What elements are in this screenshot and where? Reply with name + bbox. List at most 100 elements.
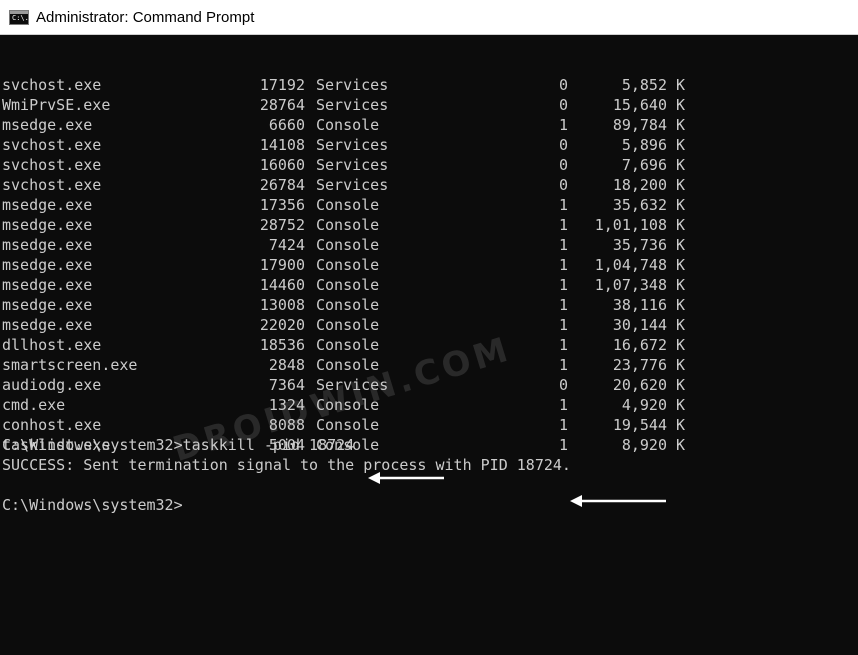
process-pid: 22020 xyxy=(259,316,305,334)
process-memory: 5,896 xyxy=(621,136,667,154)
process-pid: 7424 xyxy=(268,236,305,254)
process-list: svchost.exe 17192 Services 0 5,852 K WmiPrvSE.… xyxy=(0,75,858,455)
process-memory-unit: K xyxy=(676,176,686,194)
process-session: Console xyxy=(316,356,380,374)
process-memory: 4,920 xyxy=(621,396,667,414)
process-session: Console xyxy=(316,316,380,334)
process-memory: 7,696 xyxy=(621,156,667,174)
process-row: audiodg.exe 7364 Services 0 20,620 K xyxy=(0,375,858,395)
process-name: msedge.exe xyxy=(2,196,93,214)
command-prompt: C:\Windows\system32> xyxy=(2,436,183,454)
process-memory: 38,116 xyxy=(612,296,667,314)
command-prompt-window: C:\. Administrator: Command Prompt svcho… xyxy=(0,0,858,540)
process-session: Console xyxy=(316,256,380,274)
process-memory: 8,920 xyxy=(621,436,667,454)
process-session: Console xyxy=(316,276,380,294)
process-session-number: 0 xyxy=(558,76,568,94)
process-row: svchost.exe 14108 Services 0 5,896 K xyxy=(0,135,858,155)
process-pid: 14460 xyxy=(259,276,305,294)
process-name: smartscreen.exe xyxy=(2,356,138,374)
command-text: taskkill -pid 18724 xyxy=(182,436,355,454)
process-memory-unit: K xyxy=(676,316,686,334)
process-name: msedge.exe xyxy=(2,296,93,314)
process-name: msedge.exe xyxy=(2,316,93,334)
process-pid: 14108 xyxy=(259,136,305,154)
process-memory-unit: K xyxy=(676,96,686,114)
process-session-number: 1 xyxy=(558,256,568,274)
console-output[interactable]: svchost.exe 17192 Services 0 5,852 K WmiPrvSE.… xyxy=(0,35,858,540)
process-session-number: 0 xyxy=(558,376,568,394)
process-memory-unit: K xyxy=(676,76,686,94)
process-memory: 1,01,108 xyxy=(594,216,667,234)
process-session: Services xyxy=(316,136,389,154)
process-memory-unit: K xyxy=(676,396,686,414)
process-name: svchost.exe xyxy=(2,76,102,94)
process-name: cmd.exe xyxy=(2,396,66,414)
process-row: msedge.exe 28752 Console 1 1,01,108 K xyxy=(0,215,858,235)
process-row: WmiPrvSE.exe 28764 Services 0 15,640 K xyxy=(0,95,858,115)
process-session-number: 0 xyxy=(558,136,568,154)
process-name: msedge.exe xyxy=(2,276,93,294)
process-session-number: 0 xyxy=(558,176,568,194)
process-name: svchost.exe xyxy=(2,176,102,194)
process-session: Services xyxy=(316,176,389,194)
process-name: dllhost.exe xyxy=(2,336,102,354)
process-memory-unit: K xyxy=(676,136,686,154)
arrow-icon xyxy=(570,454,666,507)
process-memory: 35,736 xyxy=(612,236,667,254)
process-pid: 28752 xyxy=(259,216,305,234)
process-row: msedge.exe 13008 Console 1 38,116 K xyxy=(0,295,858,315)
process-name: msedge.exe xyxy=(2,116,93,134)
process-session-number: 1 xyxy=(558,216,568,234)
process-memory-unit: K xyxy=(676,116,686,134)
process-pid: 18536 xyxy=(259,336,305,354)
process-memory: 5,852 xyxy=(621,76,667,94)
final-prompt: C:\Windows\system32> xyxy=(2,496,183,514)
process-session: Console xyxy=(316,116,380,134)
process-memory-unit: K xyxy=(676,196,686,214)
success-message: SUCCESS: Sent termination signal to the … xyxy=(2,456,571,474)
title-bar[interactable]: C:\. Administrator: Command Prompt xyxy=(0,0,858,35)
process-memory: 19,544 xyxy=(612,416,667,434)
process-session-number: 0 xyxy=(558,156,568,174)
process-row: msedge.exe 17356 Console 1 35,632 K xyxy=(0,195,858,215)
process-row: msedge.exe 22020 Console 1 30,144 K xyxy=(0,315,858,335)
process-pid: 1324 xyxy=(268,396,305,414)
process-session: Services xyxy=(316,96,389,114)
process-row: msedge.exe 7424 Console 1 35,736 K xyxy=(0,235,858,255)
final-prompt-line: C:\Windows\system32> xyxy=(2,495,183,515)
process-pid: 6660 xyxy=(268,116,305,134)
process-pid: 28764 xyxy=(259,96,305,114)
process-session-number: 1 xyxy=(558,236,568,254)
process-pid: 17356 xyxy=(259,196,305,214)
process-name: msedge.exe xyxy=(2,216,93,234)
process-session-number: 1 xyxy=(558,336,568,354)
process-session: Services xyxy=(316,156,389,174)
process-name: msedge.exe xyxy=(2,256,93,274)
process-memory-unit: K xyxy=(676,216,686,234)
process-memory: 23,776 xyxy=(612,356,667,374)
process-memory-unit: K xyxy=(676,236,686,254)
process-row: msedge.exe 17900 Console 1 1,04,748 K xyxy=(0,255,858,275)
process-session-number: 1 xyxy=(558,116,568,134)
process-session-number: 1 xyxy=(558,356,568,374)
process-row: svchost.exe 17192 Services 0 5,852 K xyxy=(0,75,858,95)
process-memory-unit: K xyxy=(676,276,686,294)
cmd-icon[interactable]: C:\. xyxy=(9,9,29,25)
process-session-number: 1 xyxy=(558,436,568,454)
process-row: cmd.exe 1324 Console 1 4,920 K xyxy=(0,395,858,415)
process-session: Services xyxy=(316,76,389,94)
process-memory: 15,640 xyxy=(612,96,667,114)
process-row: dllhost.exe 18536 Console 1 16,672 K xyxy=(0,335,858,355)
process-pid: 17900 xyxy=(259,256,305,274)
process-session: Console xyxy=(316,216,380,234)
process-pid: 2848 xyxy=(268,356,305,374)
process-pid: 17192 xyxy=(259,76,305,94)
process-memory-unit: K xyxy=(676,156,686,174)
process-name: conhost.exe xyxy=(2,416,102,434)
process-session: Console xyxy=(316,396,380,414)
process-row: smartscreen.exe 2848 Console 1 23,776 K xyxy=(0,355,858,375)
process-name: audiodg.exe xyxy=(2,376,102,394)
process-memory-unit: K xyxy=(676,296,686,314)
process-pid: 13008 xyxy=(259,296,305,314)
